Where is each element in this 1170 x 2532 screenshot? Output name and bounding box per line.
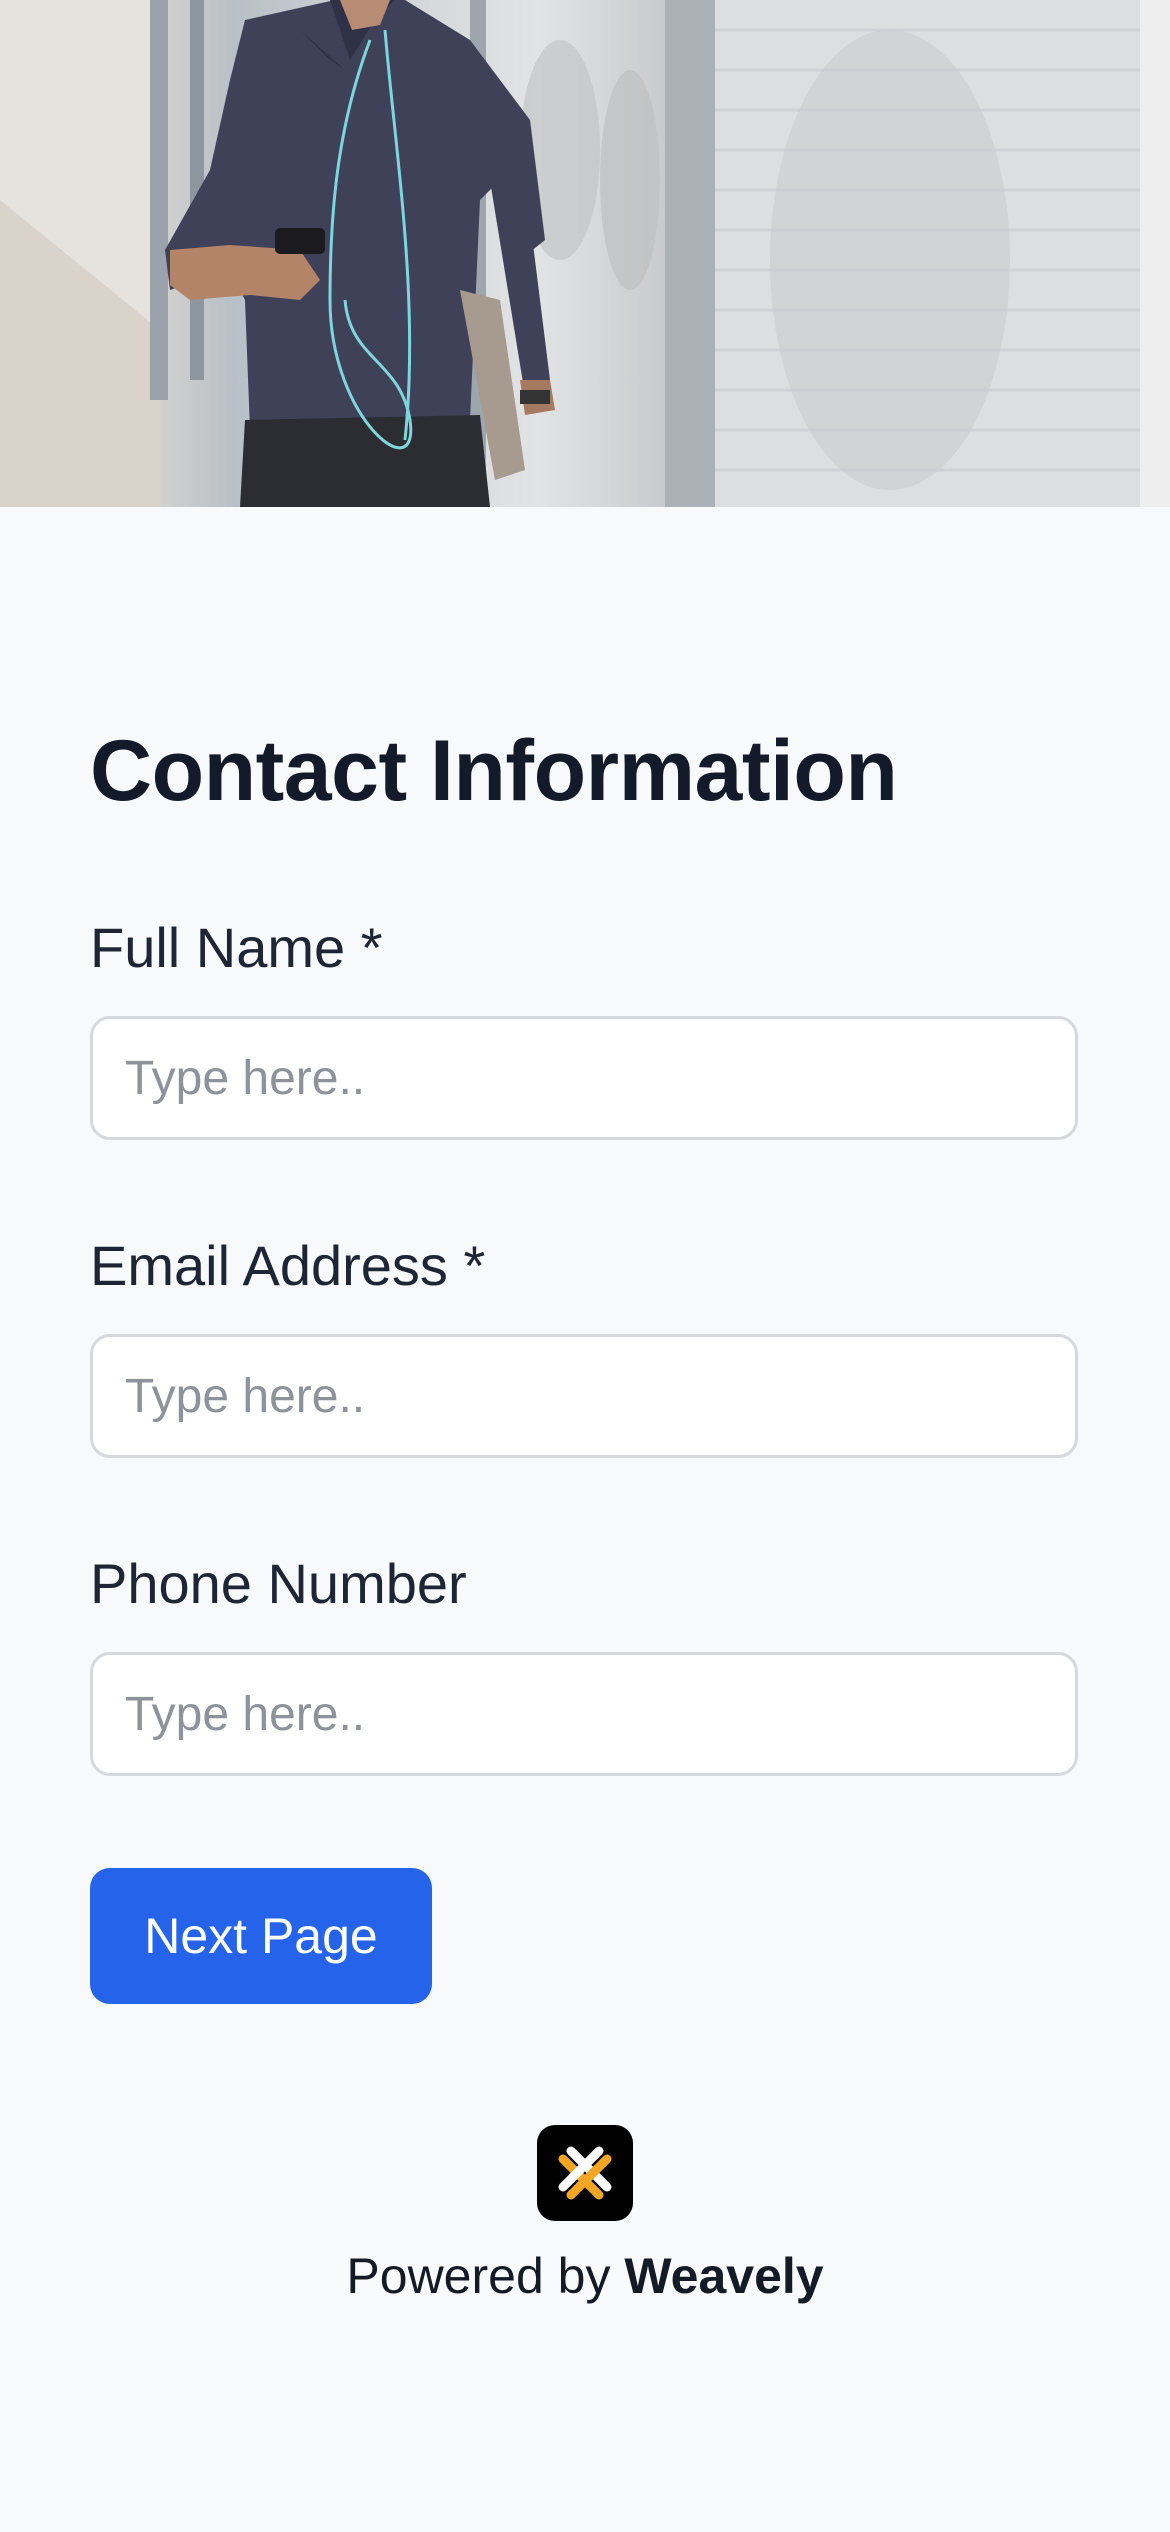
phone-number-label: Phone Number <box>90 1552 467 1615</box>
full-name-label: Full Name * <box>90 916 383 979</box>
header-photo <box>0 0 1170 507</box>
phone-number-input[interactable] <box>90 1652 1078 1776</box>
full-name-input[interactable] <box>90 1016 1078 1140</box>
next-page-button[interactable]: Next Page <box>90 1868 432 2004</box>
powered-by-text: Powered by Weavely <box>0 2247 1170 2305</box>
page-title: Contact Information <box>90 723 898 819</box>
email-address-label: Email Address * <box>90 1234 486 1297</box>
email-address-input[interactable] <box>90 1334 1078 1458</box>
footer: Powered by Weavely <box>0 2125 1170 2305</box>
brand-name[interactable]: Weavely <box>624 2248 823 2304</box>
weavely-logo-icon[interactable] <box>537 2125 633 2221</box>
powered-by-prefix: Powered by <box>346 2248 611 2304</box>
